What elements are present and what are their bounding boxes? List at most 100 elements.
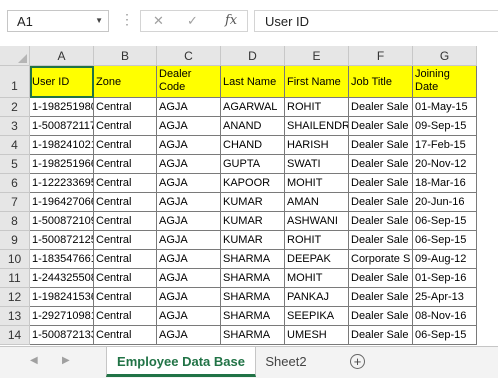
table-cell[interactable]: Central — [94, 307, 157, 326]
table-cell[interactable]: AGJA — [157, 307, 221, 326]
table-cell[interactable]: SWATI — [285, 155, 349, 174]
chevron-down-icon[interactable]: ▼ — [95, 16, 103, 25]
table-cell[interactable]: Central — [94, 174, 157, 193]
table-cell[interactable]: 18-Mar-16 — [413, 174, 477, 193]
table-cell[interactable]: ROHIT — [285, 231, 349, 250]
table-cell[interactable]: 1-500872109 — [30, 212, 94, 231]
table-cell[interactable]: MOHIT — [285, 174, 349, 193]
table-cell[interactable]: 06-Sep-15 — [413, 212, 477, 231]
row-header-12[interactable]: 12 — [0, 288, 30, 307]
table-cell[interactable]: 01-May-15 — [413, 98, 477, 117]
table-cell[interactable]: GUPTA — [221, 155, 285, 174]
table-cell[interactable]: KUMAR — [221, 193, 285, 212]
column-header-a[interactable]: A — [30, 46, 94, 66]
table-cell[interactable]: MOHIT — [285, 269, 349, 288]
table-cell[interactable]: 1-244325508 — [30, 269, 94, 288]
table-cell[interactable]: 1-183547661 — [30, 250, 94, 269]
table-cell[interactable]: AGJA — [157, 174, 221, 193]
table-cell[interactable]: 09-Sep-15 — [413, 117, 477, 136]
table-cell[interactable]: Central — [94, 269, 157, 288]
table-cell[interactable]: UMESH — [285, 326, 349, 345]
table-cell[interactable]: 17-Feb-15 — [413, 136, 477, 155]
row-header-11[interactable]: 11 — [0, 269, 30, 288]
table-cell[interactable]: AGJA — [157, 193, 221, 212]
table-cell[interactable]: 1-500872125 — [30, 231, 94, 250]
table-cell[interactable]: PANKAJ — [285, 288, 349, 307]
header-cell-c[interactable]: Dealer Code — [157, 66, 221, 98]
row-header-4[interactable]: 4 — [0, 136, 30, 155]
table-cell[interactable]: Central — [94, 212, 157, 231]
table-cell[interactable]: 1-198241021 — [30, 136, 94, 155]
table-cell[interactable]: ASHWANI — [285, 212, 349, 231]
table-cell[interactable]: 20-Jun-16 — [413, 193, 477, 212]
table-cell[interactable]: 1-198251980 — [30, 98, 94, 117]
row-header-6[interactable]: 6 — [0, 174, 30, 193]
table-cell[interactable]: SHARMA — [221, 307, 285, 326]
row-header-5[interactable]: 5 — [0, 155, 30, 174]
table-cell[interactable]: SHAILENDRA — [285, 117, 349, 136]
row-header-1[interactable]: 1 — [0, 66, 30, 98]
table-cell[interactable]: KUMAR — [221, 231, 285, 250]
table-cell[interactable]: AGJA — [157, 212, 221, 231]
table-cell[interactable]: KUMAR — [221, 212, 285, 231]
table-cell[interactable]: Dealer Sale — [349, 174, 413, 193]
table-cell[interactable]: 1-292710981 — [30, 307, 94, 326]
formula-input[interactable]: User ID — [254, 10, 498, 32]
table-cell[interactable]: Dealer Sale — [349, 155, 413, 174]
table-cell[interactable]: 1-122233695 — [30, 174, 94, 193]
table-cell[interactable]: KAPOOR — [221, 174, 285, 193]
table-cell[interactable]: Dealer Sale — [349, 326, 413, 345]
table-cell[interactable]: Dealer Sale — [349, 307, 413, 326]
table-cell[interactable]: AGJA — [157, 326, 221, 345]
cancel-icon[interactable]: ✕ — [153, 13, 164, 29]
row-header-14[interactable]: 14 — [0, 326, 30, 345]
table-cell[interactable]: Central — [94, 155, 157, 174]
table-cell[interactable]: 1-500872117 — [30, 117, 94, 136]
next-sheet-icon[interactable]: ▶ — [62, 355, 70, 366]
sheet-tab-employee-data-base[interactable]: Employee Data Base — [106, 347, 256, 377]
table-cell[interactable]: AGARWAL — [221, 98, 285, 117]
prev-sheet-icon[interactable]: ◀ — [30, 355, 38, 366]
table-cell[interactable]: AGJA — [157, 288, 221, 307]
table-cell[interactable]: 01-Sep-16 — [413, 269, 477, 288]
header-cell-a[interactable]: User ID — [30, 66, 94, 98]
header-cell-b[interactable]: Zone — [94, 66, 157, 98]
table-cell[interactable]: Dealer Sale — [349, 136, 413, 155]
column-header-e[interactable]: E — [285, 46, 349, 66]
table-cell[interactable]: 1-500872133 — [30, 326, 94, 345]
table-cell[interactable]: Dealer Sale — [349, 98, 413, 117]
table-cell[interactable]: 06-Sep-15 — [413, 326, 477, 345]
table-cell[interactable]: SHARMA — [221, 250, 285, 269]
table-cell[interactable]: AGJA — [157, 136, 221, 155]
table-cell[interactable]: 1-196427066 — [30, 193, 94, 212]
table-cell[interactable]: 20-Nov-12 — [413, 155, 477, 174]
table-cell[interactable]: ANAND — [221, 117, 285, 136]
table-cell[interactable]: 08-Nov-16 — [413, 307, 477, 326]
table-cell[interactable]: 1-198241536 — [30, 288, 94, 307]
table-cell[interactable]: AGJA — [157, 231, 221, 250]
table-cell[interactable]: SEEPIKA — [285, 307, 349, 326]
table-cell[interactable]: 25-Apr-13 — [413, 288, 477, 307]
table-cell[interactable]: AGJA — [157, 155, 221, 174]
row-header-7[interactable]: 7 — [0, 193, 30, 212]
row-header-10[interactable]: 10 — [0, 250, 30, 269]
row-header-8[interactable]: 8 — [0, 212, 30, 231]
table-cell[interactable]: CHAND — [221, 136, 285, 155]
table-cell[interactable]: AMAN — [285, 193, 349, 212]
table-cell[interactable]: HARISH — [285, 136, 349, 155]
column-header-f[interactable]: F — [349, 46, 413, 66]
row-header-2[interactable]: 2 — [0, 98, 30, 117]
row-header-3[interactable]: 3 — [0, 117, 30, 136]
table-cell[interactable]: DEEPAK — [285, 250, 349, 269]
table-cell[interactable]: Dealer Sale — [349, 193, 413, 212]
table-cell[interactable]: AGJA — [157, 117, 221, 136]
column-header-d[interactable]: D — [221, 46, 285, 66]
table-cell[interactable]: 06-Sep-15 — [413, 231, 477, 250]
row-header-9[interactable]: 9 — [0, 231, 30, 250]
table-cell[interactable]: Corporate S — [349, 250, 413, 269]
row-header-13[interactable]: 13 — [0, 307, 30, 326]
table-cell[interactable]: Central — [94, 117, 157, 136]
add-sheet-icon[interactable]: + — [350, 354, 365, 369]
table-cell[interactable]: Central — [94, 326, 157, 345]
table-cell[interactable]: 09-Aug-12 — [413, 250, 477, 269]
